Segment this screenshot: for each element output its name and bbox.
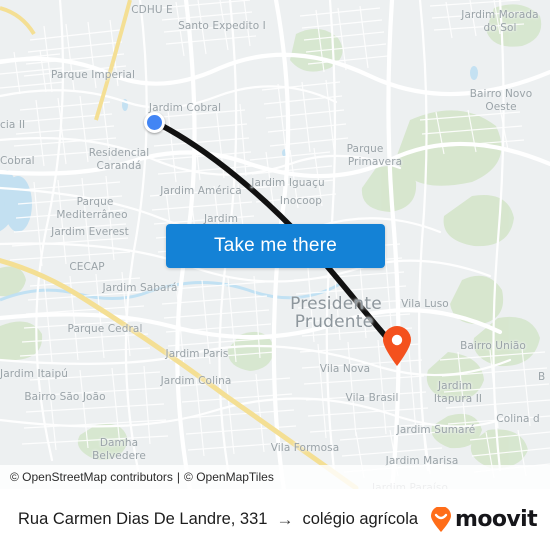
- moovit-wordmark: moovit: [455, 507, 538, 532]
- attribution-separator: |: [176, 470, 181, 484]
- map-attribution: © OpenStreetMap contributors | © OpenMap…: [0, 465, 550, 489]
- route-destination-text: colégio agrícola: [302, 510, 419, 528]
- route-origin-text: Rua Carmen Dias De Landre, 331: [18, 510, 268, 528]
- origin-marker[interactable]: [144, 112, 165, 133]
- app-root: CDHU E Santo Expedito I Jardim Morada do So…: [0, 0, 550, 550]
- attribution-tiles[interactable]: © OpenMapTiles: [184, 470, 274, 484]
- route-footer: Rua Carmen Dias De Landre, 331 → colégio…: [0, 489, 550, 550]
- destination-marker[interactable]: [381, 325, 413, 367]
- take-me-there-button[interactable]: Take me there: [166, 224, 385, 268]
- moovit-pin-icon: [431, 506, 452, 532]
- attribution-osm[interactable]: © OpenStreetMap contributors: [10, 470, 173, 484]
- route-summary: Rua Carmen Dias De Landre, 331 → colégio…: [18, 510, 418, 529]
- moovit-logo[interactable]: moovit: [429, 506, 538, 533]
- arrow-right-icon: →: [276, 510, 294, 529]
- map-viewport[interactable]: CDHU E Santo Expedito I Jardim Morada do So…: [0, 0, 550, 489]
